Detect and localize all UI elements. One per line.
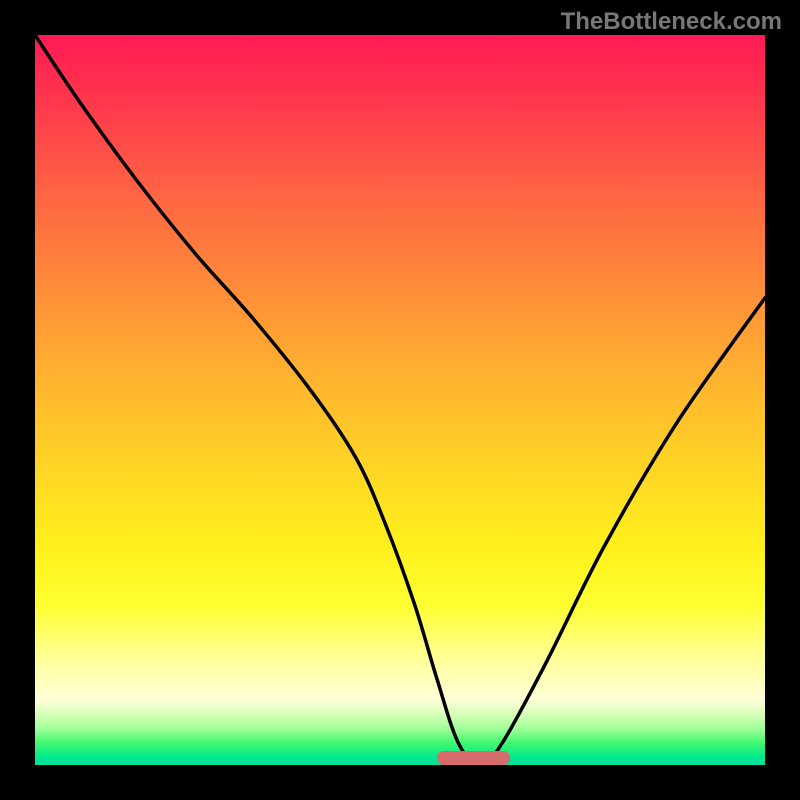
watermark-text: TheBottleneck.com	[561, 8, 782, 36]
bottleneck-curve	[35, 35, 765, 765]
sweet-spot-marker	[437, 751, 510, 765]
chart-plot-area	[35, 35, 765, 765]
